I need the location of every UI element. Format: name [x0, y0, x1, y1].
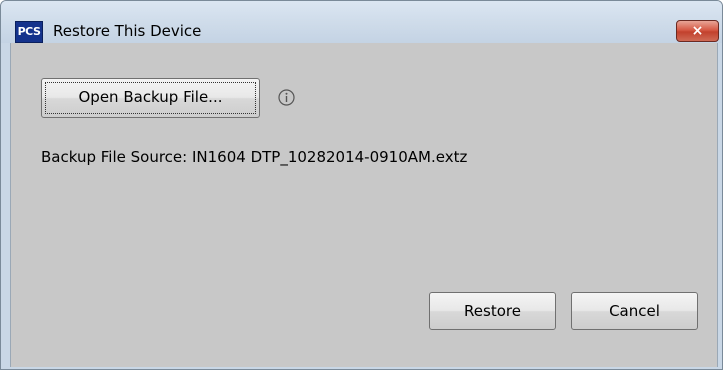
window-title: Restore This Device	[53, 22, 202, 40]
dialog-body: Open Backup File... Backup File Source: …	[10, 43, 718, 369]
info-icon[interactable]	[278, 89, 295, 106]
backup-file-source: Backup File Source: IN1604 DTP_10282014-…	[41, 148, 467, 166]
title-bar[interactable]: PCS Restore This Device ×	[1, 1, 722, 43]
open-backup-file-button[interactable]: Open Backup File...	[41, 78, 260, 118]
close-button[interactable]: ×	[676, 20, 719, 42]
backup-file-source-label: Backup File Source:	[41, 148, 188, 166]
open-backup-file-label: Open Backup File...	[78, 88, 223, 106]
backup-file-source-value: IN1604 DTP_10282014-0910AM.extz	[191, 148, 468, 166]
restore-dialog-window: PCS Restore This Device × Open Backup Fi…	[0, 0, 723, 370]
cancel-button[interactable]: Cancel	[571, 292, 698, 330]
restore-button[interactable]: Restore	[429, 292, 556, 330]
app-icon: PCS	[15, 21, 43, 43]
